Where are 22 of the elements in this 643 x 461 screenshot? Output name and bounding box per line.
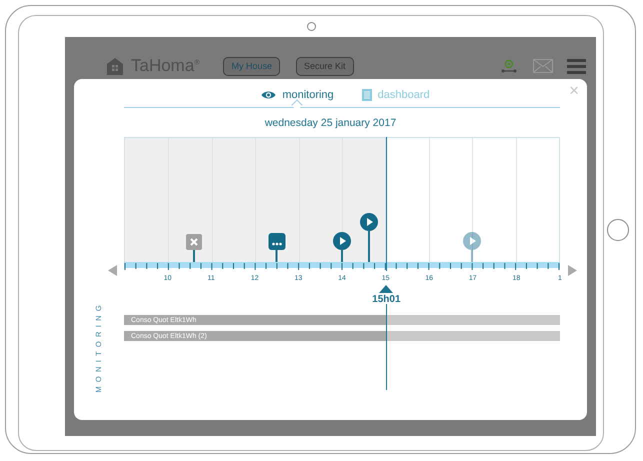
now-marker-icon — [379, 285, 394, 293]
right-arrow-icon[interactable] — [568, 265, 577, 276]
left-arrow-icon[interactable] — [108, 265, 117, 276]
house-button[interactable]: My House — [223, 56, 280, 76]
current-time: 15h01 — [372, 294, 400, 305]
close-button[interactable]: × — [569, 81, 579, 101]
play-icon[interactable] — [333, 232, 351, 250]
eye-icon — [261, 90, 276, 100]
mail-icon[interactable] — [533, 59, 553, 73]
list-icon — [362, 88, 372, 100]
house-icon — [107, 58, 123, 74]
timeline-axis[interactable] — [124, 262, 560, 271]
close-icon[interactable] — [186, 234, 202, 250]
home-button[interactable] — [607, 218, 629, 240]
tab[interactable]: dashboard — [362, 87, 430, 102]
date-heading: wednesday 25 january 2017 — [264, 117, 398, 131]
camera-icon — [306, 22, 316, 31]
menu-icon[interactable] — [567, 58, 586, 74]
play-icon[interactable] — [360, 213, 378, 231]
network-icon[interactable] — [501, 59, 517, 73]
house-button[interactable]: Secure Kit — [296, 56, 354, 76]
more-icon[interactable] — [268, 233, 286, 250]
